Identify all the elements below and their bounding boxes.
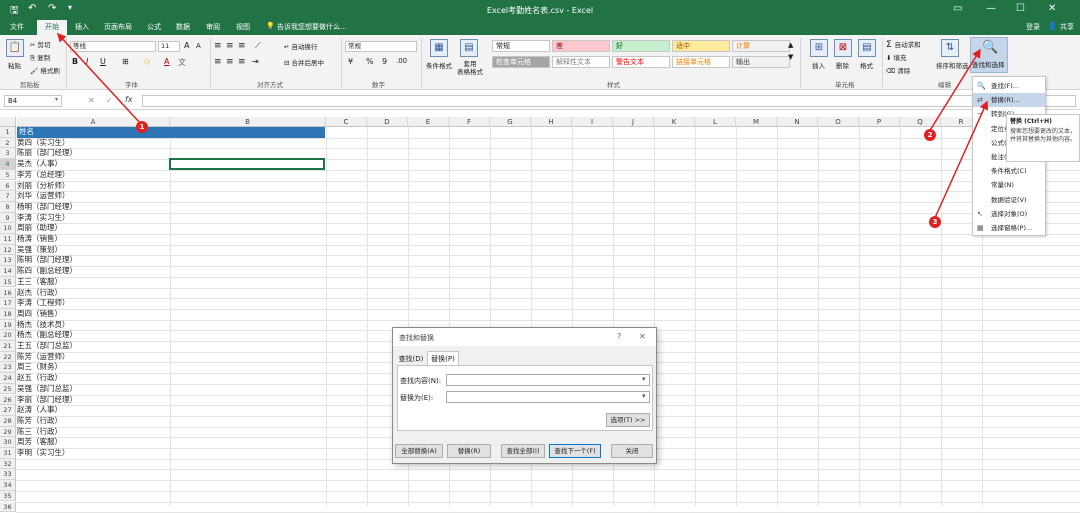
- arrow-3: [933, 100, 989, 221]
- marker-1: 1: [136, 121, 148, 133]
- marker-3: 3: [929, 216, 941, 228]
- arrow-1: [56, 32, 142, 125]
- annotation-arrows: [56, 32, 989, 221]
- arrow-2: [928, 48, 981, 133]
- marker-2: 2: [924, 129, 936, 141]
